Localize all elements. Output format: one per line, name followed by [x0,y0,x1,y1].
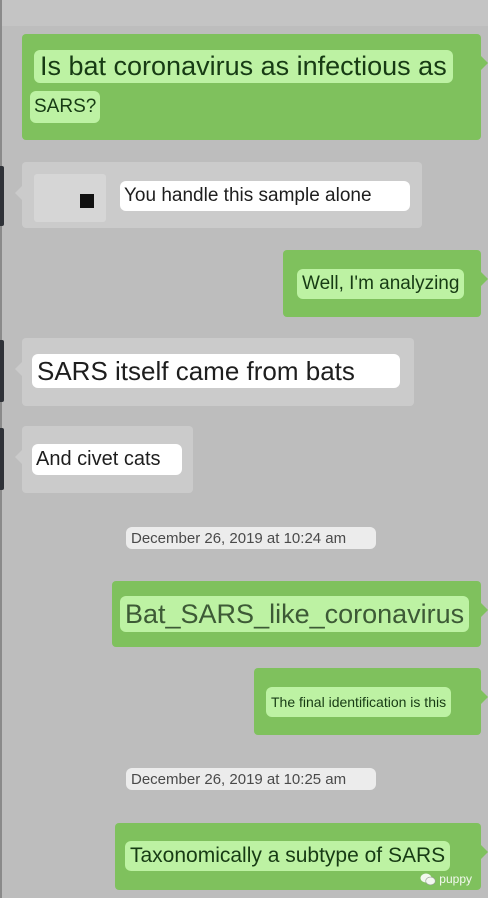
message-text: And civet cats [32,444,182,475]
received-message-bubble[interactable]: And civet cats [15,426,193,493]
sent-message-bubble[interactable]: The final identification is this [254,668,488,735]
sent-message-bubble[interactable]: Bat_SARS_like_coronavirus [112,581,488,647]
square-icon [80,194,94,208]
avatar[interactable] [0,340,4,402]
avatar[interactable] [0,428,4,490]
top-bar [0,0,488,26]
sent-message-bubble[interactable]: Well, I'm analyzing [283,250,488,317]
wechat-icon [420,873,436,885]
message-text: You handle this sample alone [120,181,410,211]
message-text: SARS itself came from bats [32,354,400,388]
watermark: puppy [420,872,472,886]
message-text: SARS? [30,91,101,123]
watermark-text: puppy [439,872,472,886]
message-text: Bat_SARS_like_coronavirus [120,596,470,632]
timestamp: December 26, 2019 at 10:25 am [126,768,376,790]
received-message-bubble[interactable]: SARS itself came from bats [15,338,414,406]
avatar[interactable] [0,166,4,226]
message-text: Well, I'm analyzing [297,269,465,299]
message-text: Is bat coronavirus as infectious as [34,50,453,83]
received-message-bubble[interactable]: You handle this sample alone [15,162,422,228]
timestamp: December 26, 2019 at 10:24 am [126,527,376,549]
sticker-image [34,174,106,222]
message-text: The final identification is this [266,687,452,717]
message-text: Taxonomically a subtype of SARS [125,841,451,871]
sent-message-bubble[interactable]: Is bat coronavirus as infectious as SARS… [22,34,488,140]
